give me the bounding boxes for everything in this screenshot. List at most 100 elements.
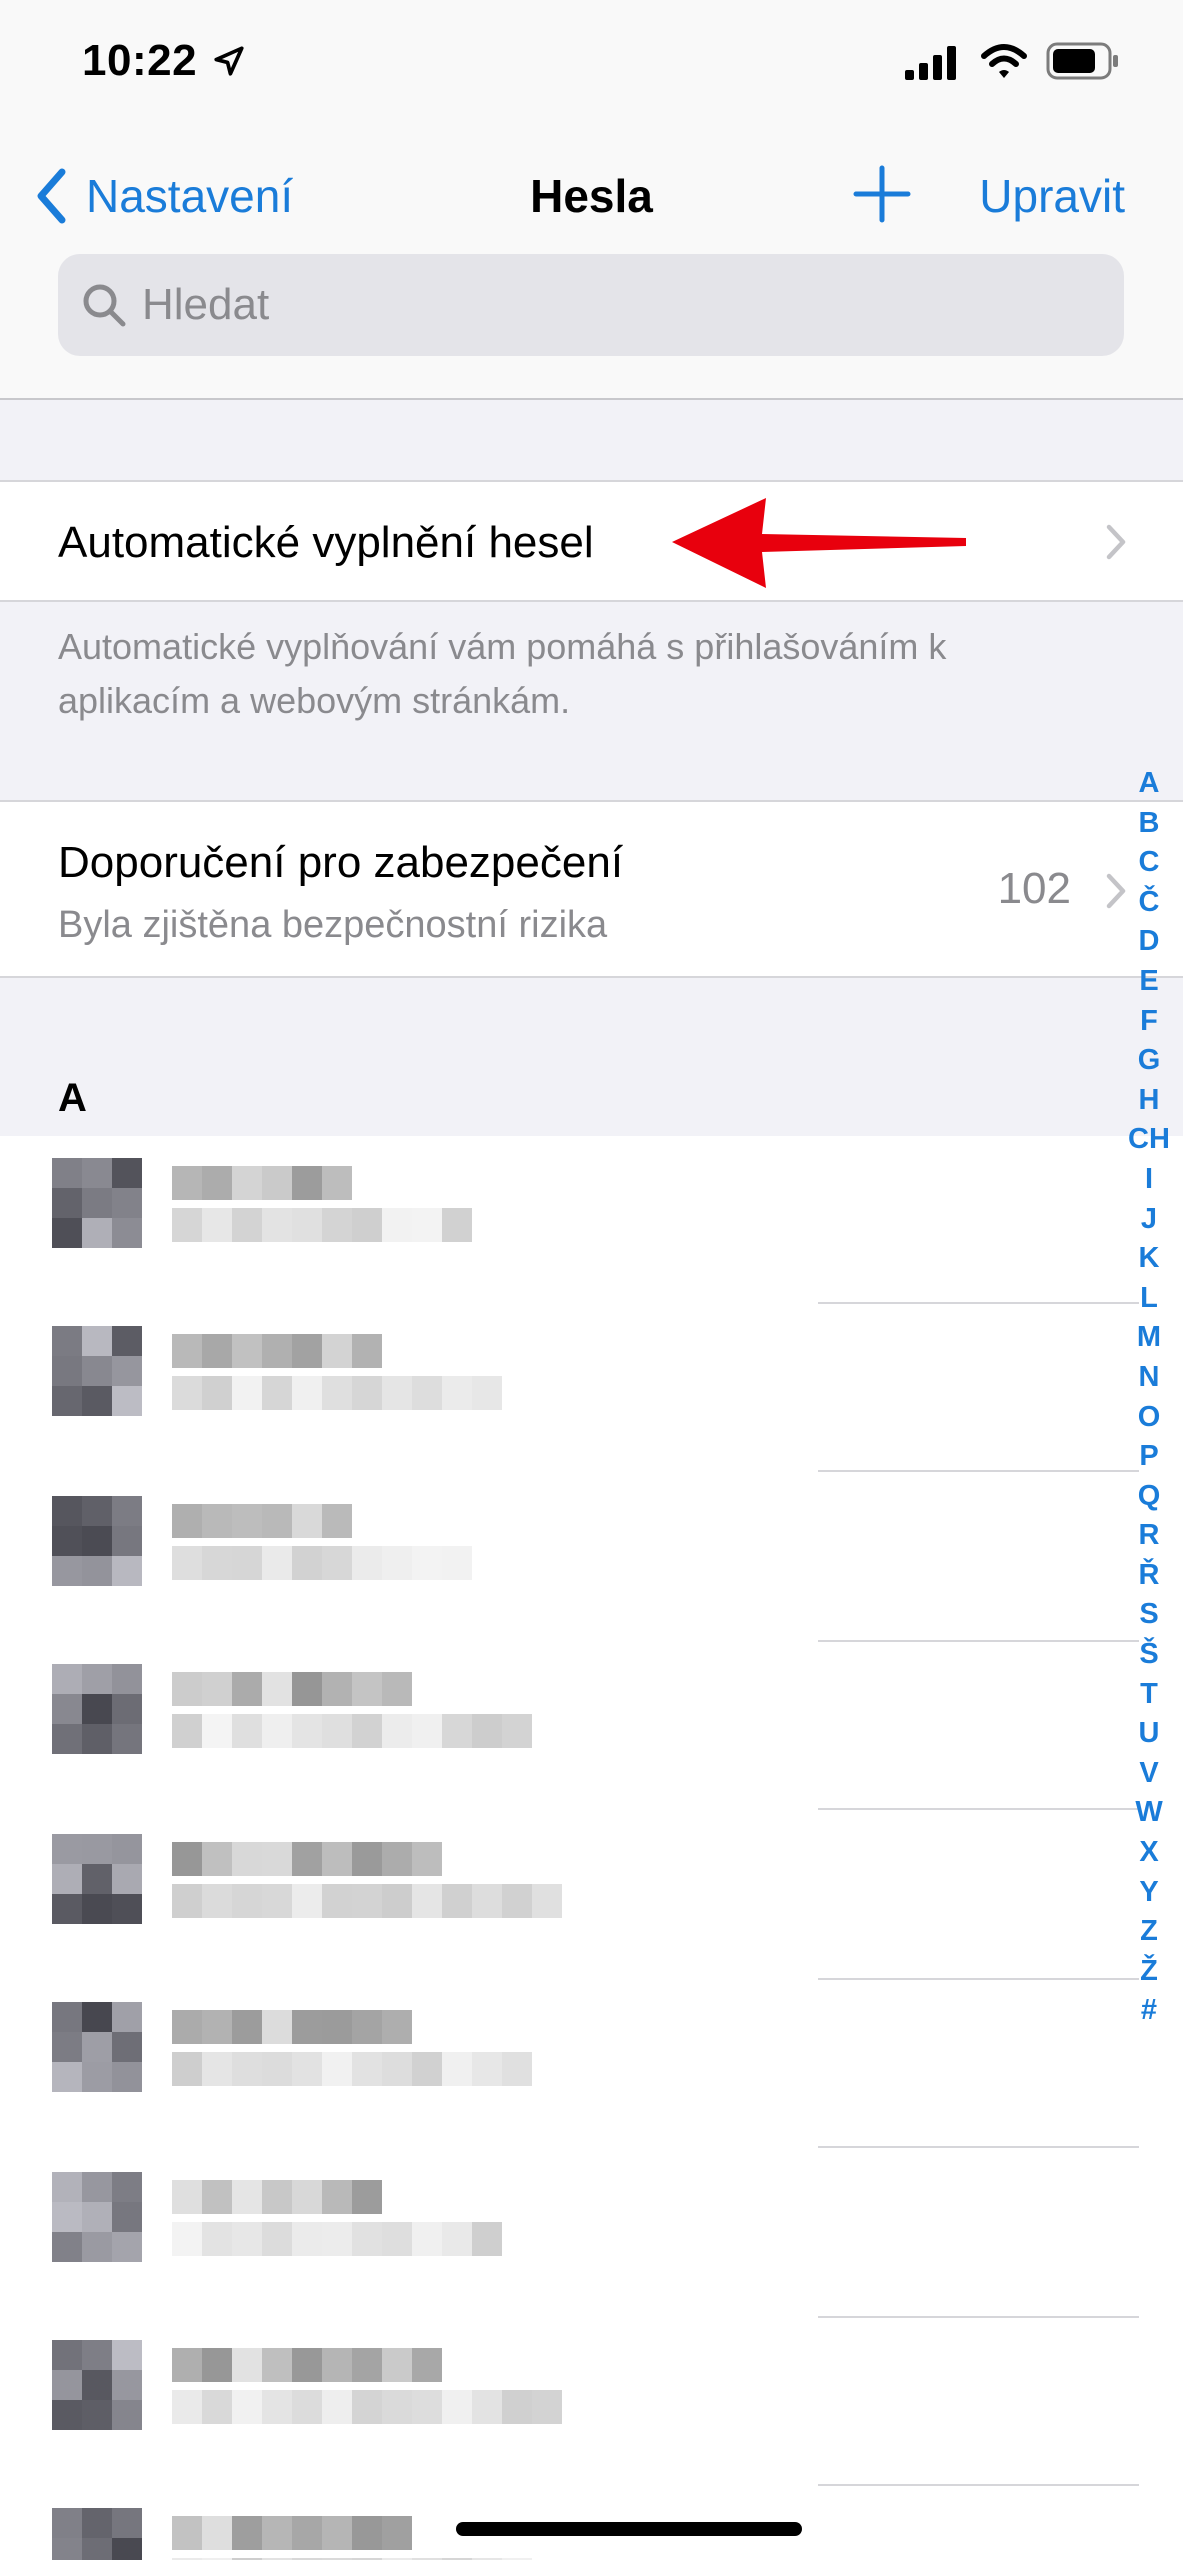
index-letter[interactable]: Ž <box>1121 1952 1177 1992</box>
index-letter[interactable]: K <box>1121 1239 1177 1279</box>
obscured-pixel <box>262 2180 292 2214</box>
index-letter[interactable]: Š <box>1121 1635 1177 1675</box>
obscured-pixel <box>202 2348 232 2382</box>
index-letter[interactable]: M <box>1121 1318 1177 1358</box>
index-letter[interactable]: F <box>1121 1002 1177 1042</box>
obscured-pixel <box>112 1386 142 1416</box>
autofill-footer-text: Automatické vyplňování vám pomáhá s přih… <box>58 626 947 721</box>
index-letter[interactable]: W <box>1121 1793 1177 1833</box>
obscured-pixel <box>352 2010 382 2044</box>
security-recommendations-row[interactable]: Doporučení pro zabezpečení Byla zjištěna… <box>0 800 1183 978</box>
obscured-pixel <box>292 1714 322 1748</box>
index-letter[interactable]: J <box>1121 1200 1177 1240</box>
obscured-pixel <box>382 2010 412 2044</box>
alphabet-index[interactable]: A B C Č D E F G H CH I J K L M N O P Q R Ř S Š T U V W X Y Z Ž # <box>1121 764 1177 2031</box>
index-letter[interactable]: A <box>1121 764 1177 804</box>
obscured-pixel <box>412 2348 442 2382</box>
obscured-pixel <box>532 2390 562 2424</box>
obscured-pixel <box>232 2052 262 2086</box>
index-letter[interactable]: X <box>1121 1833 1177 1873</box>
obscured-pixel <box>112 2508 142 2538</box>
index-letter[interactable]: Ř <box>1121 1556 1177 1596</box>
obscured-pixel <box>112 2370 142 2400</box>
list-item[interactable] <box>0 1980 1183 2148</box>
search-input[interactable] <box>142 280 1042 330</box>
obscured-pixel <box>172 1334 202 1368</box>
index-letter[interactable]: E <box>1121 962 1177 1002</box>
obscured-pixel <box>112 1724 142 1754</box>
obscured-pixel <box>352 2348 382 2382</box>
obscured-pixel <box>112 1326 142 1356</box>
autofill-passwords-label: Automatické vyplnění hesel <box>58 518 594 567</box>
index-letter[interactable]: R <box>1121 1516 1177 1556</box>
index-letter[interactable]: B <box>1121 804 1177 844</box>
index-letter[interactable]: Z <box>1121 1912 1177 1952</box>
obscured-pixel <box>292 1546 322 1580</box>
index-letter[interactable]: L <box>1121 1279 1177 1319</box>
obscured-pixel <box>532 1884 562 1918</box>
index-letter[interactable]: U <box>1121 1714 1177 1754</box>
edit-button[interactable]: Upravit <box>979 156 1125 236</box>
index-letter[interactable]: N <box>1121 1358 1177 1398</box>
list-item[interactable] <box>0 2150 1183 2318</box>
index-letter[interactable]: H <box>1121 1081 1177 1121</box>
obscured-pixel <box>52 1664 82 1694</box>
index-letter[interactable]: Č <box>1121 883 1177 923</box>
obscured-pixel <box>502 1714 532 1748</box>
obscured-pixel <box>52 2370 82 2400</box>
index-letter[interactable]: I <box>1121 1160 1177 1200</box>
obscured-pixel <box>472 1714 502 1748</box>
obscured-pixel <box>202 1166 232 1200</box>
obscured-pixel <box>472 1376 502 1410</box>
list-item[interactable] <box>0 1136 1183 1304</box>
obscured-pixel <box>82 1556 112 1586</box>
obscured-pixel <box>112 2002 142 2032</box>
obscured-pixel <box>82 2538 112 2560</box>
obscured-pixel <box>352 1376 382 1410</box>
plus-icon[interactable] <box>850 162 914 226</box>
obscured-pixel <box>52 1556 82 1586</box>
obscured-pixel <box>292 2348 322 2382</box>
index-letter[interactable]: # <box>1121 1991 1177 2031</box>
obscured-pixel <box>322 1842 352 1876</box>
obscured-pixel <box>172 1842 202 1876</box>
location-arrow-icon <box>214 46 244 76</box>
obscured-pixel <box>442 1714 472 1748</box>
obscured-pixel <box>82 1326 112 1356</box>
index-letter[interactable]: O <box>1121 1398 1177 1438</box>
obscured-pixel <box>352 1884 382 1918</box>
list-item[interactable] <box>0 1642 1183 1810</box>
obscured-pixel <box>232 1546 262 1580</box>
back-button[interactable]: Nastavení <box>34 156 293 236</box>
index-letter[interactable]: C <box>1121 843 1177 883</box>
index-letter[interactable]: G <box>1121 1041 1177 1081</box>
obscured-pixel <box>232 2390 262 2424</box>
index-letter[interactable]: V <box>1121 1754 1177 1794</box>
list-item[interactable] <box>0 1304 1183 1472</box>
obscured-pixel <box>382 2390 412 2424</box>
obscured-pixel <box>52 1326 82 1356</box>
index-letter[interactable]: D <box>1121 922 1177 962</box>
obscured-pixel <box>322 1546 352 1580</box>
obscured-pixel <box>262 1714 292 1748</box>
index-letter[interactable]: CH <box>1121 1120 1177 1160</box>
obscured-pixel <box>262 2052 292 2086</box>
obscured-pixel <box>82 2370 112 2400</box>
obscured-pixel <box>352 1842 382 1876</box>
obscured-pixel <box>352 1208 382 1242</box>
obscured-pixel <box>82 1356 112 1386</box>
row-separator <box>818 2146 1139 2148</box>
security-risk-count: 102 <box>997 864 1071 913</box>
list-item[interactable] <box>0 2318 1183 2486</box>
index-letter[interactable]: Q <box>1121 1477 1177 1517</box>
obscured-pixel <box>112 1834 142 1864</box>
index-letter[interactable]: Y <box>1121 1873 1177 1913</box>
autofill-passwords-row[interactable]: Automatické vyplnění hesel <box>0 480 1183 602</box>
obscured-pixel <box>412 2052 442 2086</box>
list-item[interactable] <box>0 1474 1183 1642</box>
search-field[interactable] <box>58 254 1124 356</box>
index-letter[interactable]: P <box>1121 1437 1177 1477</box>
index-letter[interactable]: S <box>1121 1595 1177 1635</box>
index-letter[interactable]: T <box>1121 1675 1177 1715</box>
list-item[interactable] <box>0 1812 1183 1980</box>
